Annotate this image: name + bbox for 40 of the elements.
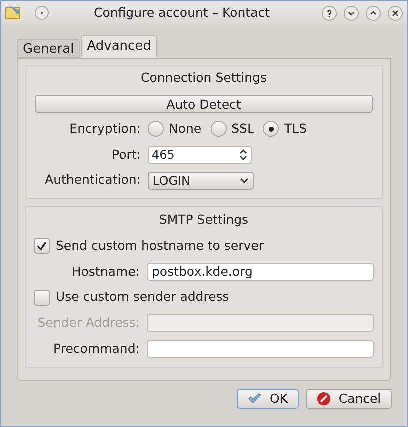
text-field[interactable]: postbox.kde.org <box>147 262 374 281</box>
radio-label: SSL <box>232 120 254 138</box>
tab[interactable]: General <box>17 39 80 58</box>
radio-button[interactable] <box>148 121 164 138</box>
chevron-up-icon <box>369 8 378 18</box>
close-button[interactable] <box>388 6 403 20</box>
radio-button[interactable] <box>263 121 280 138</box>
minimize-button[interactable] <box>344 6 359 20</box>
radio-label: None <box>169 120 202 138</box>
spin-arrows-icon[interactable] <box>239 148 248 161</box>
radio-button[interactable] <box>210 121 227 138</box>
text-field[interactable] <box>147 340 374 358</box>
question-mark-icon <box>325 8 334 18</box>
field-label: Hostname: <box>70 262 140 280</box>
field-label: Precommand: <box>52 340 140 358</box>
field-label: Sender Address: <box>36 314 140 332</box>
checkmark-icon <box>248 393 262 405</box>
port-spinbox[interactable]: 465 <box>148 146 252 164</box>
field-label: Port: <box>111 146 141 164</box>
radio-label: TLS <box>284 120 308 138</box>
tab[interactable]: Advanced <box>81 35 158 58</box>
window-title: Configure account – Kontact <box>92 4 272 22</box>
group-title: SMTP Settings <box>158 211 250 229</box>
authentication-dropdown[interactable]: LOGIN <box>148 172 254 190</box>
close-icon <box>391 8 400 18</box>
checkbox[interactable] <box>34 290 50 306</box>
auto-detect-button[interactable]: Auto Detect <box>35 94 373 113</box>
ok-button[interactable]: OK <box>237 389 299 409</box>
field-label: Encryption: <box>68 120 141 138</box>
cancel-button[interactable]: Cancel <box>306 389 392 409</box>
checkbox[interactable] <box>34 238 50 254</box>
cancel-icon <box>316 392 331 406</box>
help-button[interactable] <box>322 6 337 20</box>
group-title: Connection Settings <box>140 69 268 87</box>
field-label: Authentication: <box>44 171 141 190</box>
checkbox-label: Use custom sender address <box>56 288 230 306</box>
maximize-button[interactable] <box>366 6 381 20</box>
chevron-down-icon <box>240 178 249 184</box>
checkbox-label: Send custom hostname to server <box>56 236 264 255</box>
app-icon <box>5 5 23 21</box>
